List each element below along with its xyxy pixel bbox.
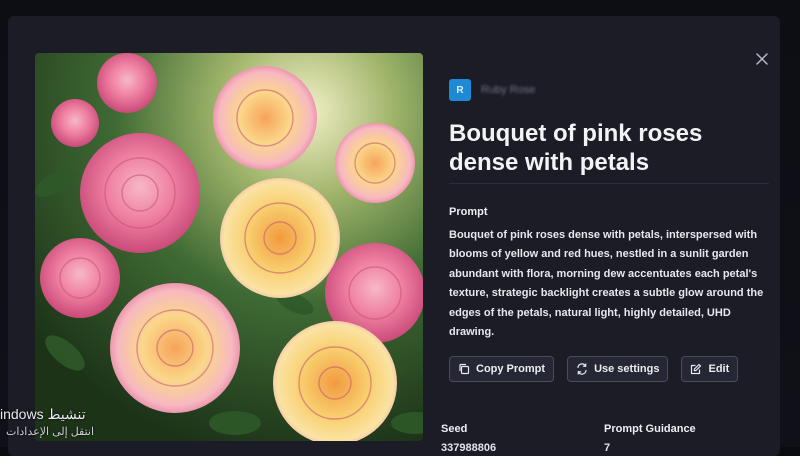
seed-label: Seed (441, 423, 468, 435)
action-bar: Copy Prompt Use settings Edit (449, 356, 739, 382)
windows-activation-watermark: indows تنشيط انتقل إلى الإعدادات (0, 405, 94, 441)
use-settings-label: Use settings (594, 363, 660, 375)
use-settings-button[interactable]: Use settings (567, 356, 669, 382)
author-avatar: R (449, 79, 471, 101)
edit-icon (690, 363, 702, 375)
copy-icon (458, 363, 470, 375)
author-name[interactable]: Ruby Rose (481, 84, 535, 96)
close-icon (753, 53, 771, 72)
image-title: Bouquet of pink roses dense with petals (449, 120, 703, 176)
seed-block: Seed 337988806 (441, 423, 496, 454)
prompt-guidance-label: Prompt Guidance (604, 423, 696, 435)
copy-prompt-label: Copy Prompt (476, 363, 546, 375)
prompt-text: Bouquet of pink roses dense with petals,… (449, 229, 764, 339)
edit-label: Edit (708, 363, 730, 375)
generated-image (35, 53, 423, 441)
prompt-guidance-value: 7 (604, 442, 611, 454)
edit-button[interactable]: Edit (681, 356, 739, 382)
close-button[interactable] (753, 50, 771, 68)
swap-arrows-icon (576, 363, 588, 375)
copy-prompt-button[interactable]: Copy Prompt (449, 356, 555, 382)
prompt-guidance-block: Prompt Guidance 7 (604, 423, 696, 454)
image-details-modal: R Ruby Rose Bouquet of pink roses dense … (8, 16, 780, 456)
title-divider (449, 183, 769, 184)
author[interactable]: R Ruby Rose (449, 79, 535, 101)
prompt-label: Prompt (449, 206, 488, 218)
activation-line-2: انتقل إلى الإعدادات (6, 426, 95, 438)
activation-line-1: indows تنشيط (0, 406, 86, 422)
seed-value: 337988806 (441, 442, 497, 454)
